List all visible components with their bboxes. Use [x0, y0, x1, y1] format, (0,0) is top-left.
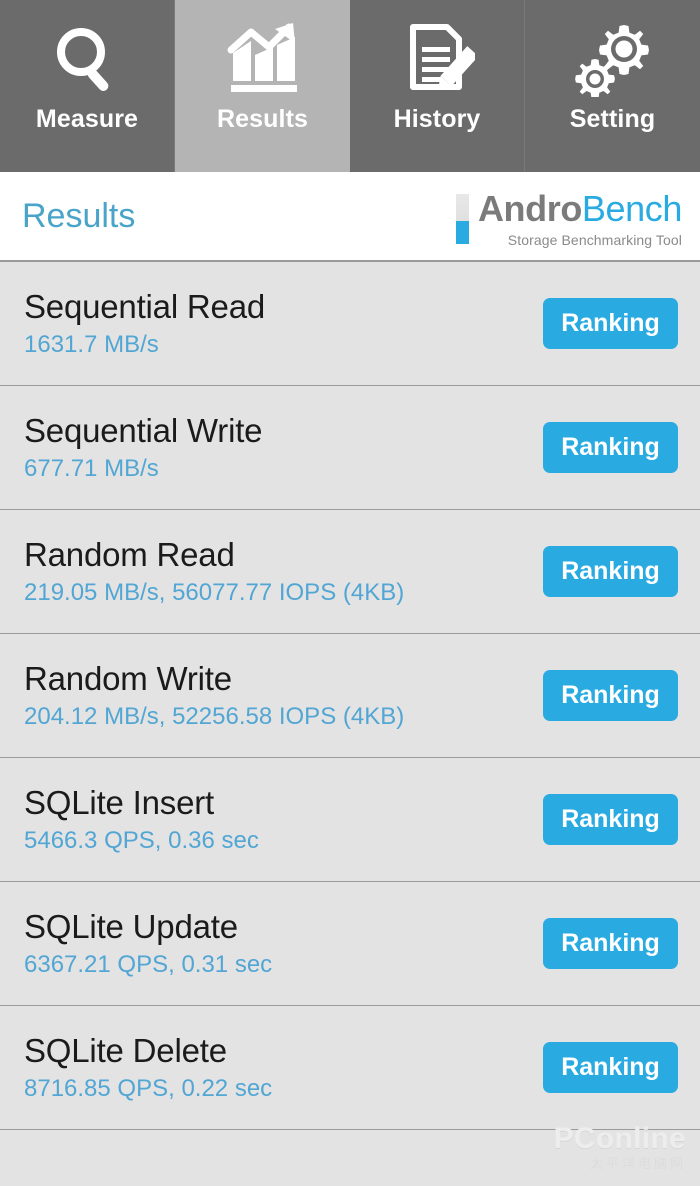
- androbench-logo: AndroBench Storage Benchmarking Tool: [455, 184, 682, 249]
- nav-tab-measure[interactable]: Measure: [0, 0, 175, 172]
- androbench-app: Measure Results History Setting Results …: [0, 0, 700, 1186]
- ranking-button[interactable]: Ranking: [543, 670, 678, 721]
- bar-chart-trend-icon: [220, 16, 306, 102]
- result-value: 5466.3 QPS, 0.36 sec: [24, 827, 259, 854]
- ranking-button[interactable]: Ranking: [543, 546, 678, 597]
- result-name: SQLite Update: [24, 908, 238, 945]
- nav-tab-label: History: [393, 105, 481, 133]
- result-value: 8716.85 QPS, 0.22 sec: [24, 1075, 273, 1102]
- result-name: SQLite Delete: [24, 1032, 227, 1069]
- result-info: Sequential Write 677.71 MB/s: [24, 411, 263, 484]
- logo-tagline: Storage Benchmarking Tool: [507, 231, 682, 248]
- results-list: Sequential Read 1631.7 MB/s Ranking Sequ…: [0, 260, 700, 1130]
- result-row-random-write[interactable]: Random Write 204.12 MB/s, 52256.58 IOPS …: [0, 634, 700, 758]
- ranking-button[interactable]: Ranking: [543, 1042, 678, 1093]
- logo-text: AndroBench Storage Benchmarking Tool: [477, 187, 682, 249]
- nav-tab-setting[interactable]: Setting: [525, 0, 700, 172]
- result-name: Sequential Write: [24, 412, 263, 449]
- nav-tab-results[interactable]: Results: [175, 0, 350, 172]
- nav-tab-history[interactable]: History: [350, 0, 525, 172]
- magnifier-icon: [44, 16, 130, 102]
- result-value: 677.71 MB/s: [24, 455, 159, 482]
- result-value: 219.05 MB/s, 56077.77 IOPS (4KB): [24, 579, 405, 606]
- watermark-subtitle: 太平洋电脑网: [589, 1156, 686, 1171]
- result-info: Sequential Read 1631.7 MB/s: [24, 287, 265, 360]
- watermark: PConline 太平洋电脑网: [554, 1123, 686, 1172]
- logo-word-primary: Andro: [477, 187, 582, 229]
- result-name: Random Read: [24, 536, 235, 573]
- result-row-sqlite-insert[interactable]: SQLite Insert 5466.3 QPS, 0.36 sec Ranki…: [0, 758, 700, 882]
- page-header: Results AndroBench Storage Benchmarking …: [0, 172, 700, 260]
- result-name: Sequential Read: [24, 288, 266, 325]
- page-title: Results: [22, 197, 136, 235]
- ranking-button[interactable]: Ranking: [543, 794, 678, 845]
- result-name: Random Write: [24, 660, 232, 697]
- result-value: 6367.21 QPS, 0.31 sec: [24, 951, 273, 978]
- result-info: SQLite Insert 5466.3 QPS, 0.36 sec: [24, 783, 259, 856]
- result-value: 204.12 MB/s, 52256.58 IOPS (4KB): [24, 703, 405, 730]
- ranking-button[interactable]: Ranking: [543, 422, 678, 473]
- result-row-sqlite-delete[interactable]: SQLite Delete 8716.85 QPS, 0.22 sec Rank…: [0, 1006, 700, 1130]
- gears-icon: [570, 16, 656, 102]
- result-row-random-read[interactable]: Random Read 219.05 MB/s, 56077.77 IOPS (…: [0, 510, 700, 634]
- top-navigation-bar: Measure Results History Setting: [0, 0, 700, 172]
- result-value: 1631.7 MB/s: [24, 331, 159, 358]
- nav-tab-label: Setting: [569, 105, 656, 133]
- nav-tab-label: Results: [216, 105, 308, 133]
- result-row-sequential-write[interactable]: Sequential Write 677.71 MB/s Ranking: [0, 386, 700, 510]
- result-info: Random Read 219.05 MB/s, 56077.77 IOPS (…: [24, 535, 404, 608]
- result-info: SQLite Delete 8716.85 QPS, 0.22 sec: [24, 1031, 272, 1104]
- logo-word-secondary: Bench: [581, 187, 682, 229]
- result-info: Random Write 204.12 MB/s, 52256.58 IOPS …: [24, 659, 404, 732]
- ranking-button[interactable]: Ranking: [543, 298, 678, 349]
- document-pencil-icon: [394, 16, 480, 102]
- result-name: SQLite Insert: [24, 784, 214, 821]
- nav-tab-label: Measure: [35, 105, 139, 133]
- result-info: SQLite Update 6367.21 QPS, 0.31 sec: [24, 907, 272, 980]
- result-row-sequential-read[interactable]: Sequential Read 1631.7 MB/s Ranking: [0, 262, 700, 386]
- logo-accent-bar: [455, 193, 469, 244]
- result-row-sqlite-update[interactable]: SQLite Update 6367.21 QPS, 0.31 sec Rank…: [0, 882, 700, 1006]
- logo-wordmark: AndroBench: [477, 187, 682, 229]
- ranking-button[interactable]: Ranking: [543, 918, 678, 969]
